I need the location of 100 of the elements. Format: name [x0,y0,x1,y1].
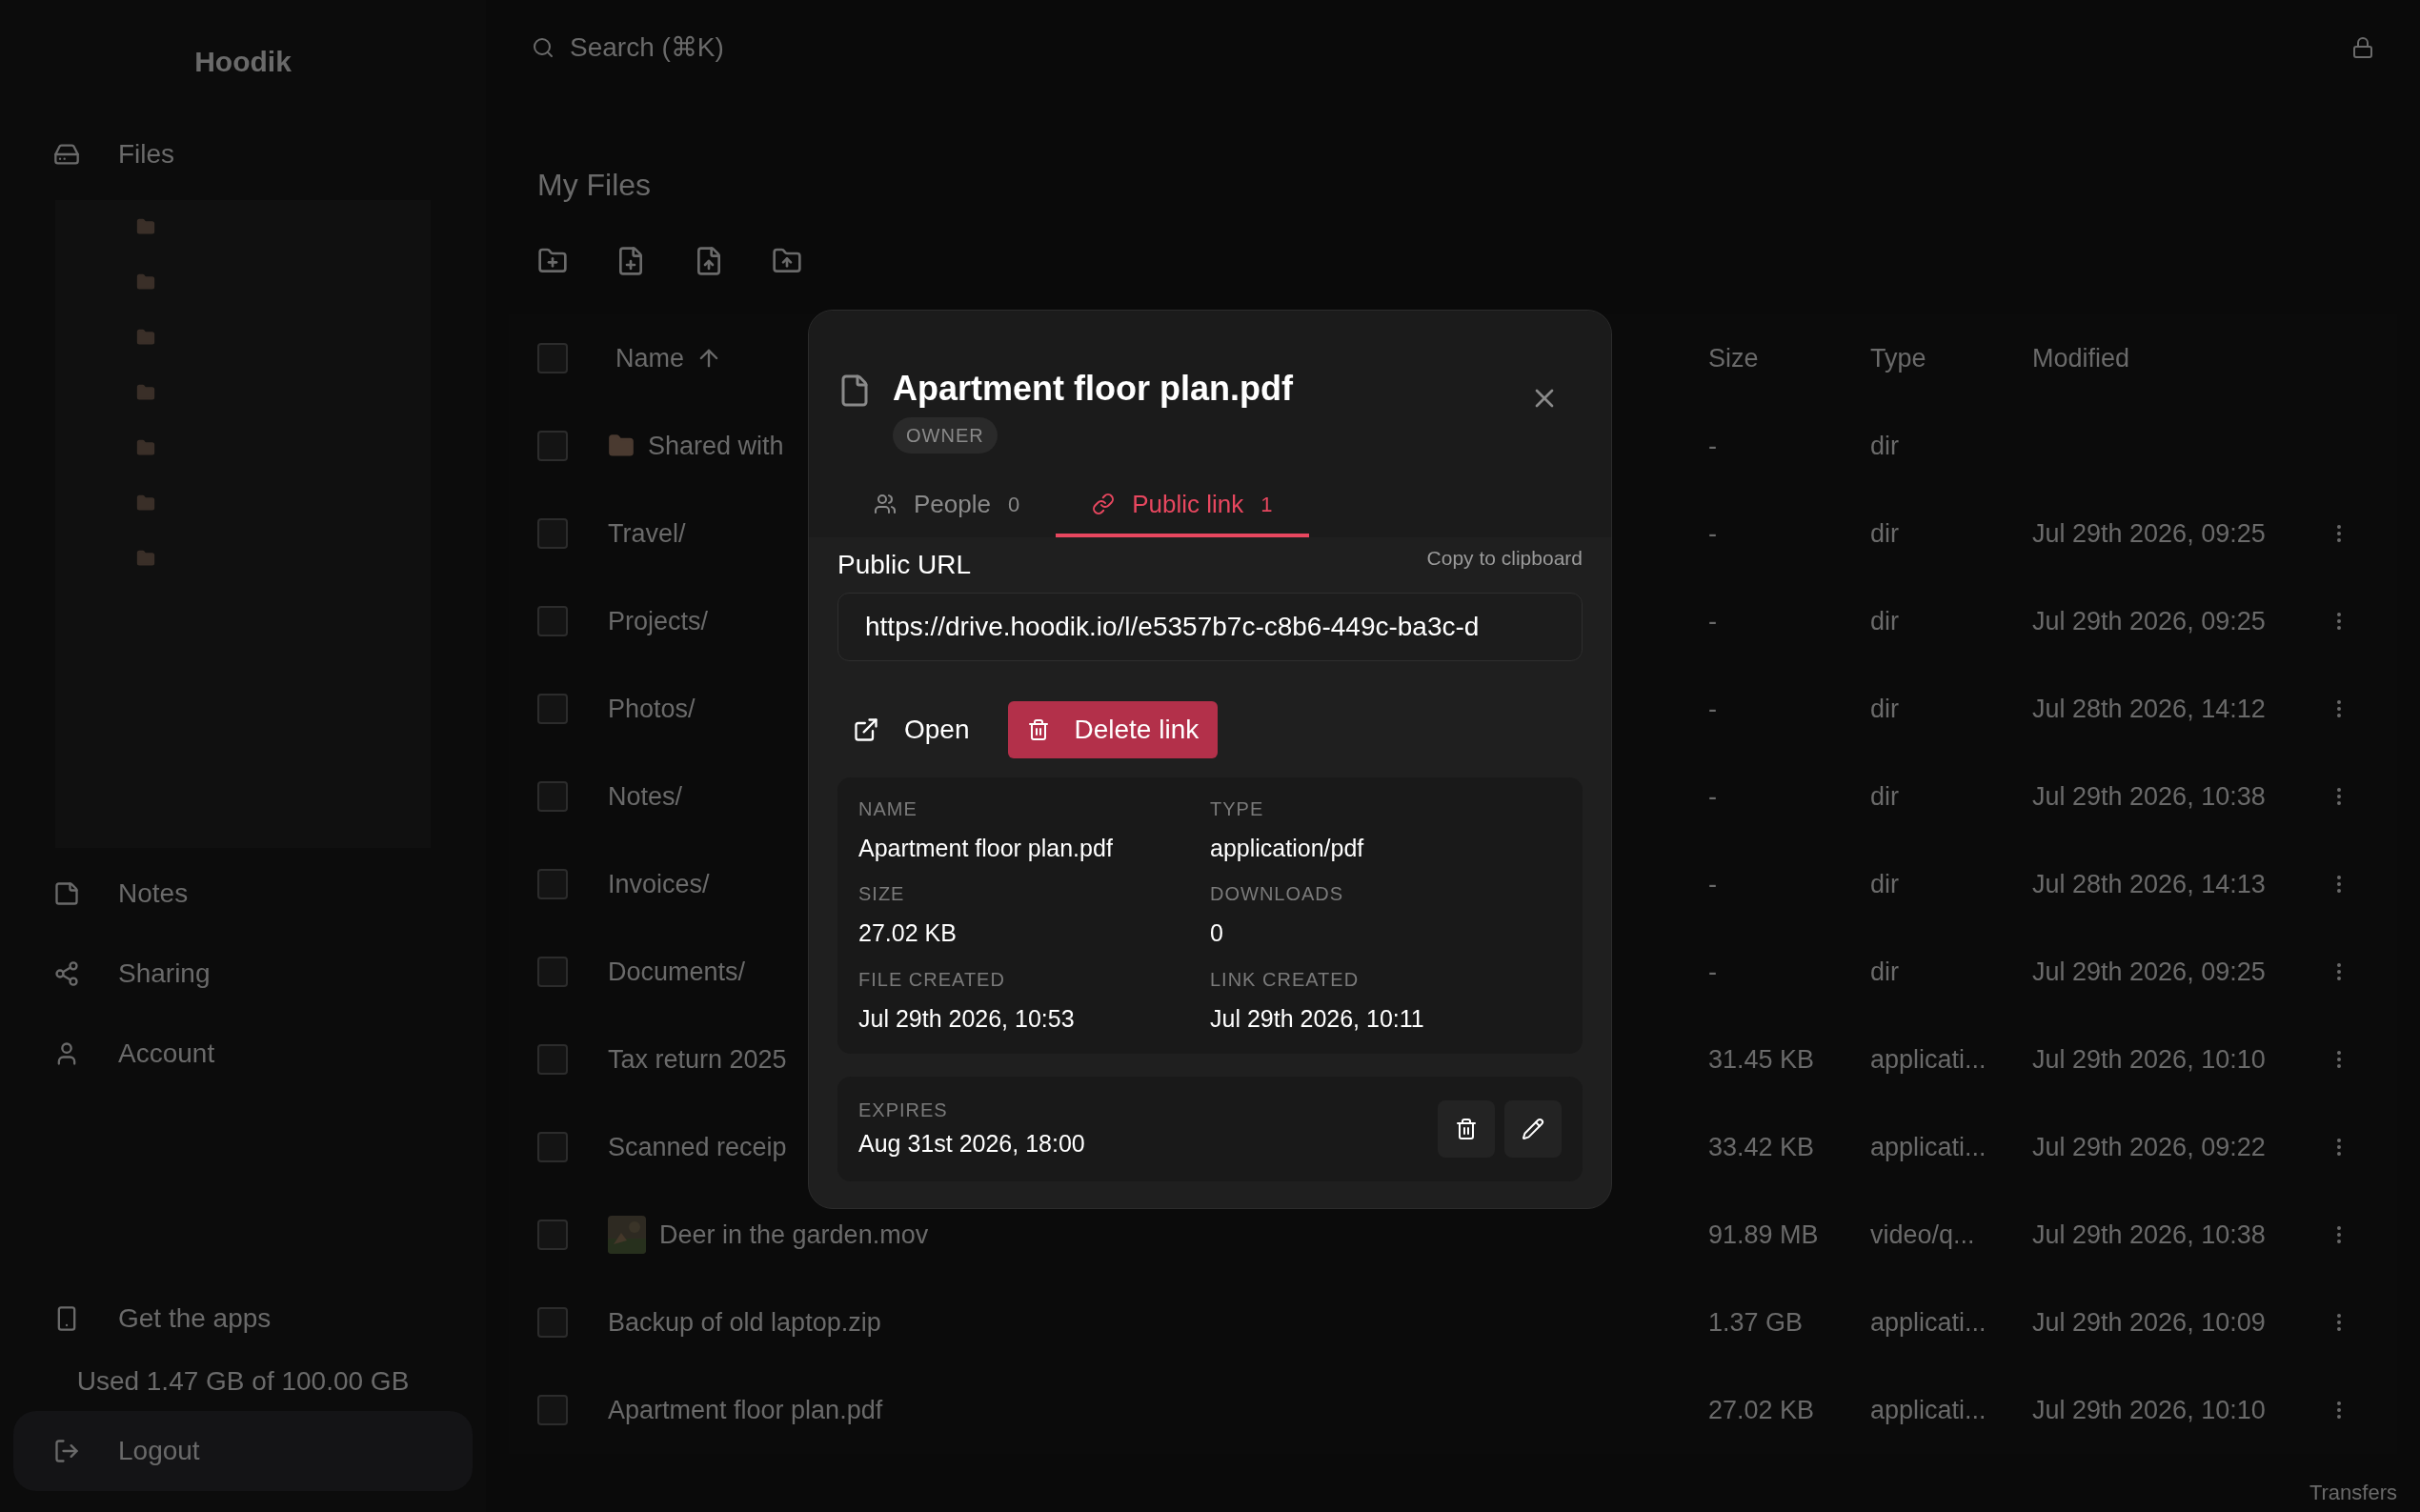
modified-date: Jul 28th 2026, 14:12 [2032,693,2267,725]
checkbox[interactable] [537,1395,568,1425]
detail-label: FILE CREATED [858,967,1006,992]
file-type: dir [1870,956,1900,988]
file-name: Tax return 2025 [608,1043,787,1076]
app-logo: Hoodik [193,45,292,79]
file-name: Projects/ [608,605,709,637]
modified-date: Jul 29th 2026, 10:09 [2032,1306,2267,1339]
checkbox[interactable] [537,1307,568,1338]
search-icon [532,36,555,59]
modified-date: Jul 29th 2026, 09:25 [2032,956,2267,988]
file-size: 27.02 KB [1708,1394,1816,1426]
checkbox[interactable] [537,1132,568,1162]
file-size: - [1708,693,1718,725]
folder-icon [136,383,155,402]
role-badge: OWNER [893,417,998,454]
checkbox[interactable] [537,1220,568,1250]
checkbox[interactable] [537,869,568,899]
folder-icon [136,494,155,513]
file-size: - [1708,605,1718,637]
nav-item[interactable]: Sharing [13,934,473,1014]
checkbox[interactable] [537,606,568,636]
detail-value: Aug 31st 2026, 18:00 [858,1129,1085,1159]
file-type: applicati... [1870,1043,1987,1076]
dialog-tab[interactable]: People 0 [837,474,1057,537]
trash-icon [1455,1117,1478,1140]
modified-date: Jul 29th 2026, 10:10 [2032,1043,2267,1076]
file-size: 33.42 KB [1708,1131,1816,1163]
file-size: 31.45 KB [1708,1043,1816,1076]
folder-icon [136,549,155,568]
nav-item[interactable]: Files [13,114,473,194]
dialog-tab[interactable]: Public link 1 [1056,474,1309,537]
file-name: Travel/ [608,517,686,550]
file-name: Photos/ [608,693,696,725]
open-button[interactable]: Open [837,700,985,758]
file-type: dir [1870,780,1900,813]
folder-icon [136,438,155,457]
edit-button[interactable] [1504,1099,1562,1158]
detail-value: Jul 29th 2026, 10:53 [858,1003,1076,1034]
file-size: 91.89 MB [1708,1219,1820,1251]
nav-item[interactable]: Get the apps [13,1285,473,1352]
modified-date: Jul 29th 2026, 09:22 [2032,1131,2267,1163]
dialog-title: Apartment floor plan.pdf [893,372,1293,406]
lock-icon[interactable] [2351,36,2374,59]
detail-value: 0 [1210,918,1224,948]
file-type: applicati... [1870,1394,1987,1426]
people-icon [874,493,897,515]
folder-icon [136,328,155,347]
detail-label: EXPIRES [858,1099,949,1122]
file-name: Notes/ [608,780,683,813]
checkbox[interactable] [537,1044,568,1075]
url-field[interactable]: https://drive.hoodik.io/l/e5357b7c-c8b6-449c-ba3c-d [837,592,1583,661]
detail-label: DOWNLOADS [1210,882,1345,906]
file-type: video/q... [1870,1219,1976,1251]
modified-date: Jul 29th 2026, 10:38 [2032,1219,2267,1251]
field-label: Public URL [837,548,972,581]
note-icon [53,880,80,907]
nav-item[interactable]: Notes [13,854,473,934]
checkbox[interactable] [537,343,568,373]
modified-date: Jul 29th 2026, 10:10 [2032,1394,2267,1426]
column-header[interactable]: Name [615,338,685,378]
checkbox[interactable] [537,431,568,461]
remove-expiry-button[interactable] [1438,1099,1495,1158]
file-type: dir [1870,517,1900,550]
detail-label: TYPE [1210,796,1265,821]
file-size: - [1708,868,1718,900]
detail-value: 27.02 KB [858,918,958,948]
search-field[interactable]: Search (⌘K) [532,28,724,68]
file-size: - [1708,780,1718,813]
column-header[interactable]: Type [1870,338,2032,378]
checkbox[interactable] [537,957,568,987]
share-icon [53,960,80,987]
transfers-toggle[interactable]: Transfers [2309,1477,2397,1508]
copy-link[interactable]: Copy to clipboard [1426,543,1583,585]
link-icon [1092,493,1116,515]
file-name: Shared with [648,430,784,462]
file-type: dir [1870,868,1900,900]
nav-item[interactable]: Account [13,1014,473,1094]
external-link-icon [853,716,879,743]
modified-date: Jul 28th 2026, 14:13 [2032,868,2267,900]
column-header[interactable]: Modified [2032,338,2130,378]
delete-link-button[interactable]: Delete link [1007,700,1219,758]
checkbox[interactable] [537,518,568,549]
logout-button[interactable]: Logout [13,1411,473,1491]
file-name: Backup of old laptop.zip [608,1306,881,1339]
modified-date: Jul 29th 2026, 10:38 [2032,780,2267,813]
folder-icon [136,217,155,236]
detail-label: SIZE [858,882,906,906]
file-size: - [1708,517,1718,550]
shared-folder-icon [608,433,635,459]
logout-icon [53,1438,80,1464]
file-name: Invoices/ [608,868,710,900]
file-size: - [1708,956,1718,988]
file-type: dir [1870,605,1900,637]
checkbox[interactable] [537,781,568,812]
file-type: applicati... [1870,1131,1987,1163]
detail-value: application/pdf [1210,833,1365,863]
column-header[interactable]: Size [1708,338,1870,378]
checkbox[interactable] [537,694,568,724]
page-title: My Files [536,167,653,204]
